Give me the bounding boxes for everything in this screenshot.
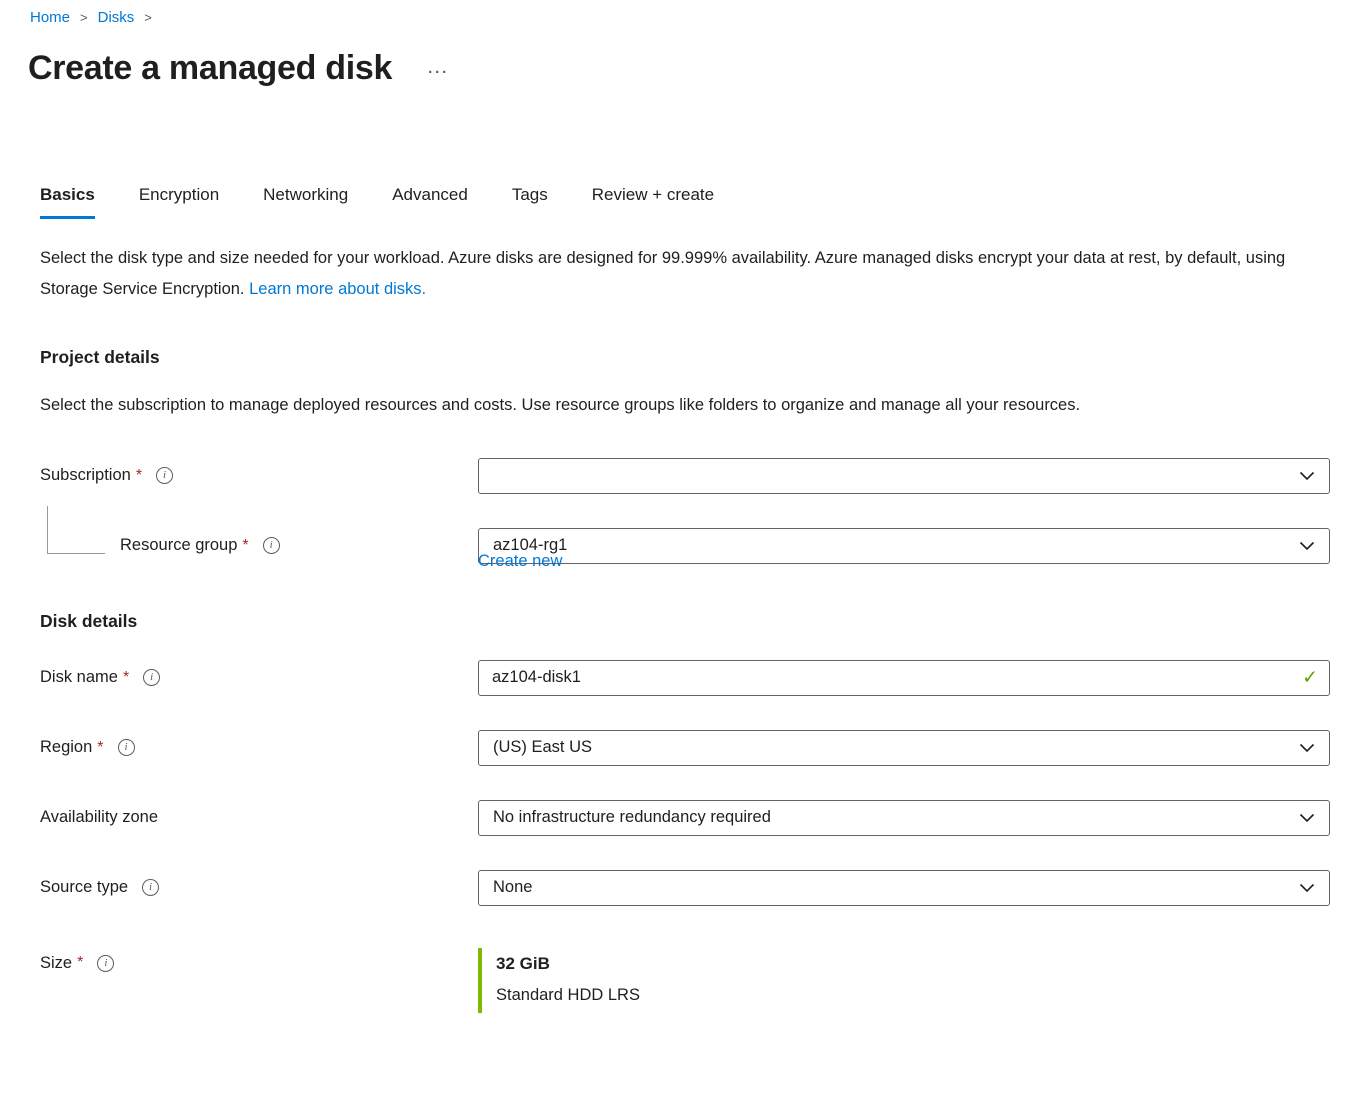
learn-more-link[interactable]: Learn more about disks.	[249, 280, 426, 298]
info-icon[interactable]: i	[156, 467, 173, 484]
availability-zone-field-row: Availability zone No infrastructure redu…	[40, 800, 1330, 836]
subscription-label: Subscription * i	[40, 466, 478, 485]
disk-name-field-row: Disk name * i ✓	[40, 660, 1330, 696]
disk-name-label-text: Disk name	[40, 668, 118, 687]
info-icon[interactable]: i	[143, 669, 160, 686]
info-icon[interactable]: i	[97, 955, 114, 972]
breadcrumb: Home > Disks >	[0, 0, 1348, 26]
disk-name-label: Disk name * i	[40, 668, 478, 687]
size-field-row: Size * i 32 GiB Standard HDD LRS	[40, 948, 1330, 1013]
breadcrumb-separator: >	[144, 10, 152, 25]
breadcrumb-link-home[interactable]: Home	[30, 9, 70, 26]
availability-zone-value: No infrastructure redundancy required	[493, 808, 771, 827]
region-dropdown[interactable]: (US) East US	[478, 730, 1330, 766]
breadcrumb-link-disks[interactable]: Disks	[98, 9, 135, 26]
chevron-down-icon	[1299, 471, 1315, 481]
region-value: (US) East US	[493, 738, 592, 757]
chevron-down-icon	[1299, 743, 1315, 753]
breadcrumb-separator: >	[80, 10, 88, 25]
project-details-heading: Project details	[40, 347, 1348, 368]
required-indicator: *	[242, 537, 248, 555]
required-indicator: *	[123, 669, 129, 687]
tab-advanced[interactable]: Advanced	[392, 185, 468, 219]
page-header: Create a managed disk ···	[0, 26, 1348, 89]
tab-encryption[interactable]: Encryption	[139, 185, 219, 219]
intro-body: Select the disk type and size needed for…	[40, 249, 1285, 298]
source-type-label: Source type i	[40, 878, 478, 897]
info-icon[interactable]: i	[142, 879, 159, 896]
project-details-description: Select the subscription to manage deploy…	[40, 390, 1308, 421]
tab-basics[interactable]: Basics	[40, 185, 95, 219]
subscription-label-text: Subscription	[40, 466, 131, 485]
field-connector-line	[47, 506, 105, 554]
resource-group-label-text: Resource group	[120, 536, 237, 555]
source-type-value: None	[493, 878, 532, 897]
availability-zone-label: Availability zone	[40, 808, 478, 827]
disk-name-input[interactable]	[478, 660, 1330, 696]
valid-checkmark-icon: ✓	[1302, 666, 1318, 689]
size-summary[interactable]: 32 GiB Standard HDD LRS	[478, 948, 1330, 1013]
size-value-text: 32 GiB	[496, 954, 1330, 974]
resource-group-label: Resource group * i	[40, 536, 478, 555]
intro-text: Select the disk type and size needed for…	[40, 243, 1318, 305]
subscription-dropdown[interactable]	[478, 458, 1330, 494]
chevron-down-icon	[1299, 541, 1315, 551]
create-new-link[interactable]: Create new	[478, 552, 562, 571]
chevron-down-icon	[1299, 813, 1315, 823]
chevron-down-icon	[1299, 883, 1315, 893]
region-label-text: Region	[40, 738, 92, 757]
size-label: Size * i	[40, 954, 478, 973]
size-sku-text: Standard HDD LRS	[496, 986, 1330, 1005]
source-type-dropdown[interactable]: None	[478, 870, 1330, 906]
tab-review-create[interactable]: Review + create	[592, 185, 714, 219]
page-title: Create a managed disk	[28, 48, 392, 89]
required-indicator: *	[97, 739, 103, 757]
project-details-form: Subscription * i Resource group * i az10…	[0, 458, 1348, 571]
info-icon[interactable]: i	[118, 739, 135, 756]
more-options-button[interactable]: ···	[428, 64, 449, 81]
subscription-field-row: Subscription * i	[40, 458, 1330, 494]
disk-details-form: Disk name * i ✓ Region * i (US) East US …	[0, 660, 1348, 1013]
tab-networking[interactable]: Networking	[263, 185, 348, 219]
size-label-text: Size	[40, 954, 72, 973]
wizard-tabs: Basics Encryption Networking Advanced Ta…	[40, 185, 1348, 219]
availability-zone-label-text: Availability zone	[40, 808, 158, 827]
tab-tags[interactable]: Tags	[512, 185, 548, 219]
region-field-row: Region * i (US) East US	[40, 730, 1330, 766]
info-icon[interactable]: i	[263, 537, 280, 554]
source-type-label-text: Source type	[40, 878, 128, 897]
source-type-field-row: Source type i None	[40, 870, 1330, 906]
required-indicator: *	[77, 954, 83, 972]
required-indicator: *	[136, 467, 142, 485]
resource-group-dropdown[interactable]: az104-rg1	[478, 528, 1330, 564]
availability-zone-dropdown[interactable]: No infrastructure redundancy required	[478, 800, 1330, 836]
disk-name-input-wrap: ✓	[478, 660, 1330, 696]
disk-details-heading: Disk details	[40, 611, 1348, 632]
region-label: Region * i	[40, 738, 478, 757]
